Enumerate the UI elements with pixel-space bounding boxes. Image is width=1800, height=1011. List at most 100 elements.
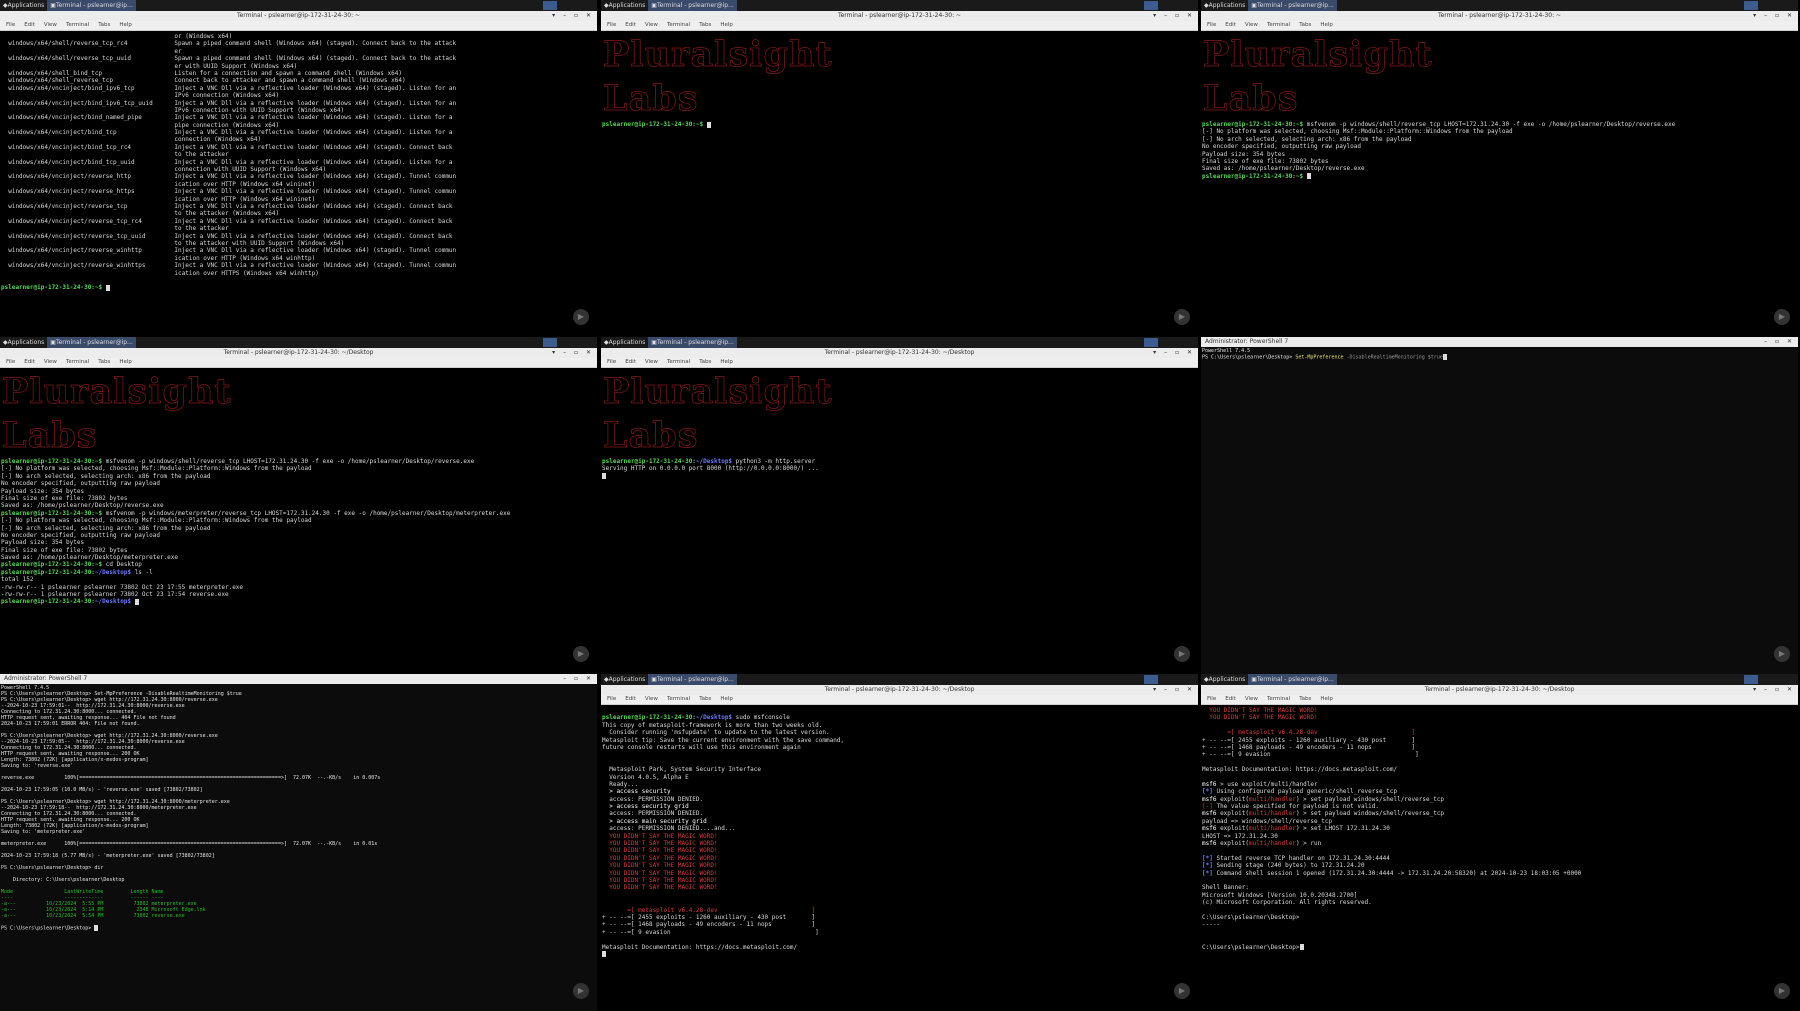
menu-item-tabs[interactable]: Tabs (699, 22, 711, 28)
terminal-line: Microsoft Windows [Version 10.0.20348.27… (1202, 892, 1798, 899)
menu-item-view[interactable]: View (44, 22, 57, 28)
window-controls-icon[interactable]: ▾ – ▫ ✕ (1153, 685, 1195, 695)
window-controls-icon[interactable]: ▾ – ▫ ✕ (552, 11, 594, 21)
terminal-task-button[interactable]: ▣ Terminal - pslearner@ip... (47, 337, 136, 348)
terminal-cursor[interactable] (1442, 354, 1447, 360)
menu-item-terminal[interactable]: Terminal (667, 359, 690, 365)
scroll-button-icon[interactable]: ▶ (1174, 309, 1190, 325)
terminal-task-button[interactable]: ▣ Terminal - pslearner@ip... (648, 674, 737, 685)
terminal-task-button[interactable]: ▣ Terminal - pslearner@ip... (47, 0, 136, 11)
terminal-cursor[interactable] (105, 284, 110, 291)
menu-item-terminal[interactable]: Terminal (667, 696, 690, 702)
terminal-output[interactable]: Pluralsight Labs pslearner@ip-172-31-24-30… (0, 368, 597, 674)
terminal-task-button[interactable]: ▣ Terminal - pslearner@ip... (648, 0, 737, 11)
menu-item-edit[interactable]: Edit (1225, 696, 1236, 702)
menu-item-tabs[interactable]: Tabs (98, 359, 110, 365)
terminal-cursor[interactable] (1299, 944, 1304, 950)
menu-item-help[interactable]: Help (119, 359, 132, 365)
menu-item-help[interactable]: Help (720, 359, 733, 365)
window-controls-icon[interactable]: ▾ – ▫ ✕ (1153, 11, 1195, 21)
scroll-button-icon[interactable]: ▶ (1174, 983, 1190, 999)
terminal-task-button[interactable]: ▣ Terminal - pslearner@ip... (1248, 0, 1337, 11)
applications-menu[interactable]: ◆ Applications (1201, 0, 1248, 11)
applications-menu[interactable]: ◆ Applications (601, 674, 648, 685)
applications-menu[interactable]: ◆ Applications (0, 0, 47, 11)
menu-item-help[interactable]: Help (1320, 696, 1333, 702)
applications-menu[interactable]: ◆ Applications (601, 337, 648, 348)
menu-item-help[interactable]: Help (720, 22, 733, 28)
terminal-cursor[interactable] (134, 598, 139, 605)
terminal-output[interactable]: pslearner@ip-172-31-24-30:~/Desktop$ sud… (601, 705, 1198, 1011)
menu-item-tabs[interactable]: Tabs (1299, 696, 1311, 702)
menu-item-view[interactable]: View (1245, 22, 1258, 28)
window-controls-icon[interactable]: ▾ – ▫ ✕ (552, 348, 594, 358)
terminal-cursor[interactable] (94, 925, 99, 931)
menu-item-terminal[interactable]: Terminal (667, 22, 690, 28)
applications-menu[interactable]: ◆ Applications (0, 337, 47, 348)
scroll-button-icon[interactable]: ▶ (1774, 983, 1790, 999)
window-controls-icon[interactable]: – ▫ ✕ (563, 674, 594, 684)
menu-item-terminal[interactable]: Terminal (66, 22, 89, 28)
menu-item-file[interactable]: File (607, 359, 616, 365)
terminal-output[interactable]: YOU DIDN'T SAY THE MAGIC WORD! YOU DIDN'… (1201, 705, 1798, 1011)
terminal-cursor[interactable] (1306, 173, 1311, 180)
applications-menu[interactable]: ◆ Applications (601, 0, 648, 11)
scroll-button-icon[interactable]: ▶ (1774, 309, 1790, 325)
menu-item-edit[interactable]: Edit (625, 696, 636, 702)
window-controls-icon[interactable]: ▾ – ▫ ✕ (1753, 685, 1795, 695)
menu-item-edit[interactable]: Edit (24, 359, 35, 365)
menu-item-help[interactable]: Help (720, 696, 733, 702)
menu-item-file[interactable]: File (6, 22, 15, 28)
window-controls-icon[interactable]: ▾ – ▫ ✕ (1153, 348, 1195, 358)
scroll-button-icon[interactable]: ▶ (573, 309, 589, 325)
scroll-button-icon[interactable]: ▶ (1174, 646, 1190, 662)
menu-item-help[interactable]: Help (1320, 22, 1333, 28)
menu-item-view[interactable]: View (645, 696, 658, 702)
menu-item-file[interactable]: File (1207, 22, 1216, 28)
menu-item-edit[interactable]: Edit (625, 22, 636, 28)
menu-item-file[interactable]: File (607, 696, 616, 702)
tray-icon[interactable] (543, 338, 557, 347)
scroll-button-icon[interactable]: ▶ (573, 646, 589, 662)
menu-item-edit[interactable]: Edit (1225, 22, 1236, 28)
menu-item-edit[interactable]: Edit (625, 359, 636, 365)
tray-icon[interactable] (543, 1, 557, 10)
applications-menu[interactable]: ◆ Applications (1201, 674, 1248, 685)
terminal-cursor[interactable] (706, 121, 711, 128)
terminal-cursor[interactable] (602, 473, 606, 480)
menu-item-tabs[interactable]: Tabs (699, 359, 711, 365)
terminal-task-button[interactable]: ▣ Terminal - pslearner@ip... (1248, 674, 1337, 685)
menu-item-edit[interactable]: Edit (24, 22, 35, 28)
menu-item-file[interactable]: File (1207, 696, 1216, 702)
powershell-output[interactable]: PowerShell 7.4.5 PS C:\Users\pslearner\De… (1201, 347, 1798, 668)
menu-item-tabs[interactable]: Tabs (699, 696, 711, 702)
scroll-button-icon[interactable]: ▶ (1774, 646, 1790, 662)
tray-icon[interactable] (1144, 338, 1158, 347)
window-controls-icon[interactable]: – ▫ ✕ (1764, 337, 1795, 347)
scroll-button-icon[interactable]: ▶ (573, 983, 589, 999)
terminal-task-button[interactable]: ▣ Terminal - pslearner@ip... (648, 337, 737, 348)
menu-item-file[interactable]: File (607, 22, 616, 28)
terminal-output[interactable]: Pluralsight Labs pslearner@ip-172-31-24-30… (1201, 31, 1798, 337)
terminal-output[interactable]: Pluralsight Labs pslearner@ip-172-31-24-30… (601, 31, 1198, 337)
menu-item-terminal[interactable]: Terminal (1267, 22, 1290, 28)
tray-icon[interactable] (1744, 1, 1758, 10)
menu-item-help[interactable]: Help (119, 22, 132, 28)
tray-icon[interactable] (1144, 675, 1158, 684)
terminal-output[interactable]: or (Windows x64) windows/x64/shell/rever… (0, 31, 597, 337)
powershell-output[interactable]: PowerShell 7.4.5 PS C:\Users\pslearner\De… (0, 684, 597, 1005)
menu-item-view[interactable]: View (645, 359, 658, 365)
menu-item-tabs[interactable]: Tabs (98, 22, 110, 28)
menu-item-terminal[interactable]: Terminal (66, 359, 89, 365)
tray-icon[interactable] (1144, 1, 1158, 10)
terminal-cursor[interactable] (602, 951, 606, 958)
menu-item-terminal[interactable]: Terminal (1267, 696, 1290, 702)
menu-item-tabs[interactable]: Tabs (1299, 22, 1311, 28)
menu-item-view[interactable]: View (1245, 696, 1258, 702)
menu-item-view[interactable]: View (645, 22, 658, 28)
window-controls-icon[interactable]: ▾ – ▫ ✕ (1753, 11, 1795, 21)
tray-icon[interactable] (1744, 675, 1758, 684)
terminal-output[interactable]: Pluralsight Labs pslearner@ip-172-31-24-30… (601, 368, 1198, 674)
menu-item-view[interactable]: View (44, 359, 57, 365)
menu-item-file[interactable]: File (6, 359, 15, 365)
